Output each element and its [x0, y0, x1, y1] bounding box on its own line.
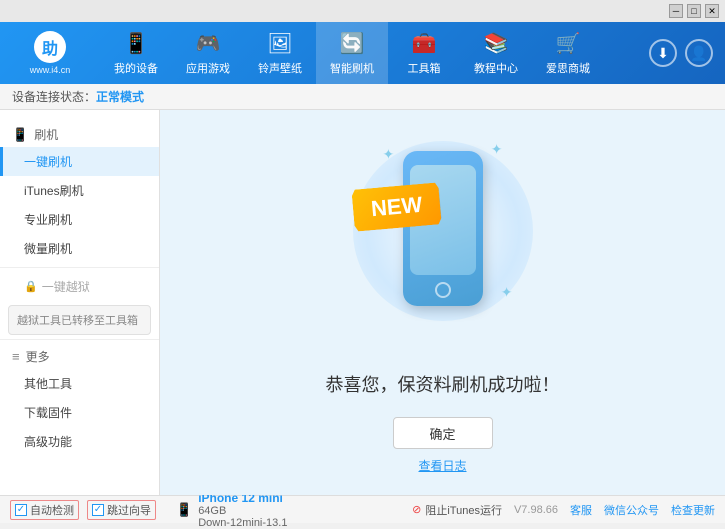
more-section-icon: ≡	[12, 349, 20, 364]
my-device-icon: 📱	[124, 31, 149, 56]
main-layout: 📱 刷机 一键刷机 iTunes刷机 专业刷机 微量刷机 🔒 一键越狱 越狱工具…	[0, 110, 725, 495]
device-phone-icon: 📱	[176, 502, 192, 518]
tutorials-icon: 📚	[484, 31, 509, 56]
flash-section-icon: 📱	[12, 127, 28, 143]
more-section-label: 更多	[26, 348, 50, 365]
version-text: V7.98.66	[514, 504, 558, 516]
nav-wallpaper-label: 铃声壁纸	[258, 60, 302, 76]
nav-items: 📱 我的设备 🎮 应用游戏 🖼 铃声壁纸 🔄 智能刷机 🧰 工具箱 📚 教程中心…	[100, 22, 649, 84]
phone-home-btn	[435, 282, 451, 298]
pro-flash-label: 专业刷机	[24, 213, 72, 227]
close-button[interactable]: ✕	[705, 4, 719, 18]
nav-my-device[interactable]: 📱 我的设备	[100, 22, 172, 84]
new-badge-text: NEW	[369, 192, 422, 221]
jailbreak-notice-text: 越狱工具已转移至工具箱	[17, 315, 138, 327]
download-firmware-label: 下载固件	[24, 406, 72, 420]
phone-illustration: ✦ ✦ ✦ ✦ NEW ✦	[363, 131, 523, 351]
nav-apps-label: 应用游戏	[186, 60, 230, 76]
auto-detect-check-icon: ✓	[15, 504, 27, 516]
jailbreak-label: 一键越狱	[42, 278, 90, 295]
sidebar-section-more: ≡ 更多	[0, 344, 159, 369]
nav-toolbox[interactable]: 🧰 工具箱	[388, 22, 460, 84]
skip-wizard-check-icon: ✓	[92, 504, 104, 516]
status-label: 设备连接状态：	[12, 88, 96, 105]
one-click-flash-label: 一键刷机	[24, 155, 72, 169]
sparkle-3: ✦	[501, 284, 513, 301]
nav-right: ⬇ 👤	[649, 39, 725, 67]
minimize-button[interactable]: ─	[669, 4, 683, 18]
sidebar-item-pro-flash[interactable]: 专业刷机	[0, 205, 159, 234]
micro-flash-label: 微量刷机	[24, 242, 72, 256]
nav-tutorials[interactable]: 📚 教程中心	[460, 22, 532, 84]
sidebar-item-download-firmware[interactable]: 下载固件	[0, 398, 159, 427]
jailbreak-notice: 越狱工具已转移至工具箱	[8, 305, 151, 335]
nav-my-device-label: 我的设备	[114, 60, 158, 76]
confirm-btn-label: 确定	[429, 424, 455, 443]
sidebar-item-one-click-flash[interactable]: 一键刷机	[0, 147, 159, 176]
itunes-status-label: 阻止iTunes运行	[425, 502, 502, 518]
nav-shop[interactable]: 🛒 爱思商城	[532, 22, 604, 84]
flash-section-label: 刷机	[34, 126, 58, 143]
check-update-link[interactable]: 检查更新	[671, 502, 715, 518]
sidebar-item-itunes-flash[interactable]: iTunes刷机	[0, 176, 159, 205]
customer-service-link[interactable]: 客服	[570, 502, 592, 518]
star-left: ✦	[341, 250, 350, 262]
sidebar: 📱 刷机 一键刷机 iTunes刷机 专业刷机 微量刷机 🔒 一键越狱 越狱工具…	[0, 110, 160, 495]
wallpaper-icon: 🖼	[267, 31, 292, 56]
go-back-link[interactable]: 查看日志	[418, 457, 466, 474]
nav-apps[interactable]: 🎮 应用游戏	[172, 22, 244, 84]
advanced-label: 高级功能	[24, 435, 72, 449]
nav-toolbox-label: 工具箱	[408, 60, 441, 76]
new-badge: ✦ NEW ✦	[351, 182, 442, 231]
go-back-label: 查看日志	[418, 459, 466, 473]
header: 助 www.i4.cn 📱 我的设备 🎮 应用游戏 🖼 铃声壁纸 🔄 智能刷机 …	[0, 22, 725, 84]
other-tools-label: 其他工具	[24, 377, 72, 391]
nav-wallpaper[interactable]: 🖼 铃声壁纸	[244, 22, 316, 84]
shop-icon: 🛒	[556, 31, 581, 56]
wechat-official-link[interactable]: 微信公众号	[604, 502, 659, 518]
bottom-right: ⊘ 阻止iTunes运行 V7.98.66 客服 微信公众号 检查更新	[412, 502, 715, 518]
status-bar: 设备连接状态： 正常模式	[0, 84, 725, 110]
logo-tagline: www.i4.cn	[30, 65, 71, 75]
download-button[interactable]: ⬇	[649, 39, 677, 67]
account-button[interactable]: 👤	[685, 39, 713, 67]
nav-shop-label: 爱思商城	[546, 60, 590, 76]
divider-2	[0, 339, 159, 340]
bottom-bar: ✓ 自动检测 ✓ 跳过向导 📱 iPhone 12 mini 64GB Down…	[0, 495, 725, 523]
logo-area: 助 www.i4.cn	[0, 22, 100, 84]
sidebar-item-micro-flash[interactable]: 微量刷机	[0, 234, 159, 263]
divider-1	[0, 267, 159, 268]
itunes-flash-label: iTunes刷机	[24, 184, 84, 198]
nav-smart-flash-label: 智能刷机	[330, 60, 374, 76]
auto-detect-checkbox[interactable]: ✓ 自动检测	[10, 500, 79, 520]
sidebar-item-other-tools[interactable]: 其他工具	[0, 369, 159, 398]
status-value: 正常模式	[96, 88, 144, 105]
skip-wizard-checkbox[interactable]: ✓ 跳过向导	[87, 500, 156, 520]
title-bar: ─ □ ✕	[0, 0, 725, 22]
auto-detect-label: 自动检测	[30, 502, 74, 518]
device-storage: 64GB	[198, 505, 287, 517]
logo-icon: 助	[34, 31, 66, 63]
sparkle-1: ✦	[383, 146, 395, 163]
toolbox-icon: 🧰	[412, 31, 437, 56]
success-text: 恭喜您，保资料刷机成功啦！	[326, 371, 560, 397]
phone-body	[403, 151, 483, 306]
sidebar-item-jailbreak-disabled: 🔒 一键越狱	[0, 272, 159, 301]
maximize-button[interactable]: □	[687, 4, 701, 18]
smart-flash-icon: 🔄	[340, 31, 365, 56]
itunes-status: ⊘ 阻止iTunes运行	[412, 502, 502, 518]
content-area: ✦ ✦ ✦ ✦ NEW ✦ 恭喜您，保资料刷机成功啦！ 确定 查看日志	[160, 110, 725, 495]
nav-smart-flash[interactable]: 🔄 智能刷机	[316, 22, 388, 84]
sparkle-2: ✦	[491, 141, 503, 158]
skip-wizard-label: 跳过向导	[107, 502, 151, 518]
sidebar-item-advanced[interactable]: 高级功能	[0, 427, 159, 456]
lock-icon: 🔒	[24, 280, 38, 293]
apps-icon: 🎮	[196, 31, 221, 56]
itunes-stop-icon: ⊘	[412, 503, 421, 516]
nav-tutorials-label: 教程中心	[474, 60, 518, 76]
sidebar-section-flash: 📱 刷机	[0, 122, 159, 147]
confirm-button[interactable]: 确定	[393, 417, 493, 449]
